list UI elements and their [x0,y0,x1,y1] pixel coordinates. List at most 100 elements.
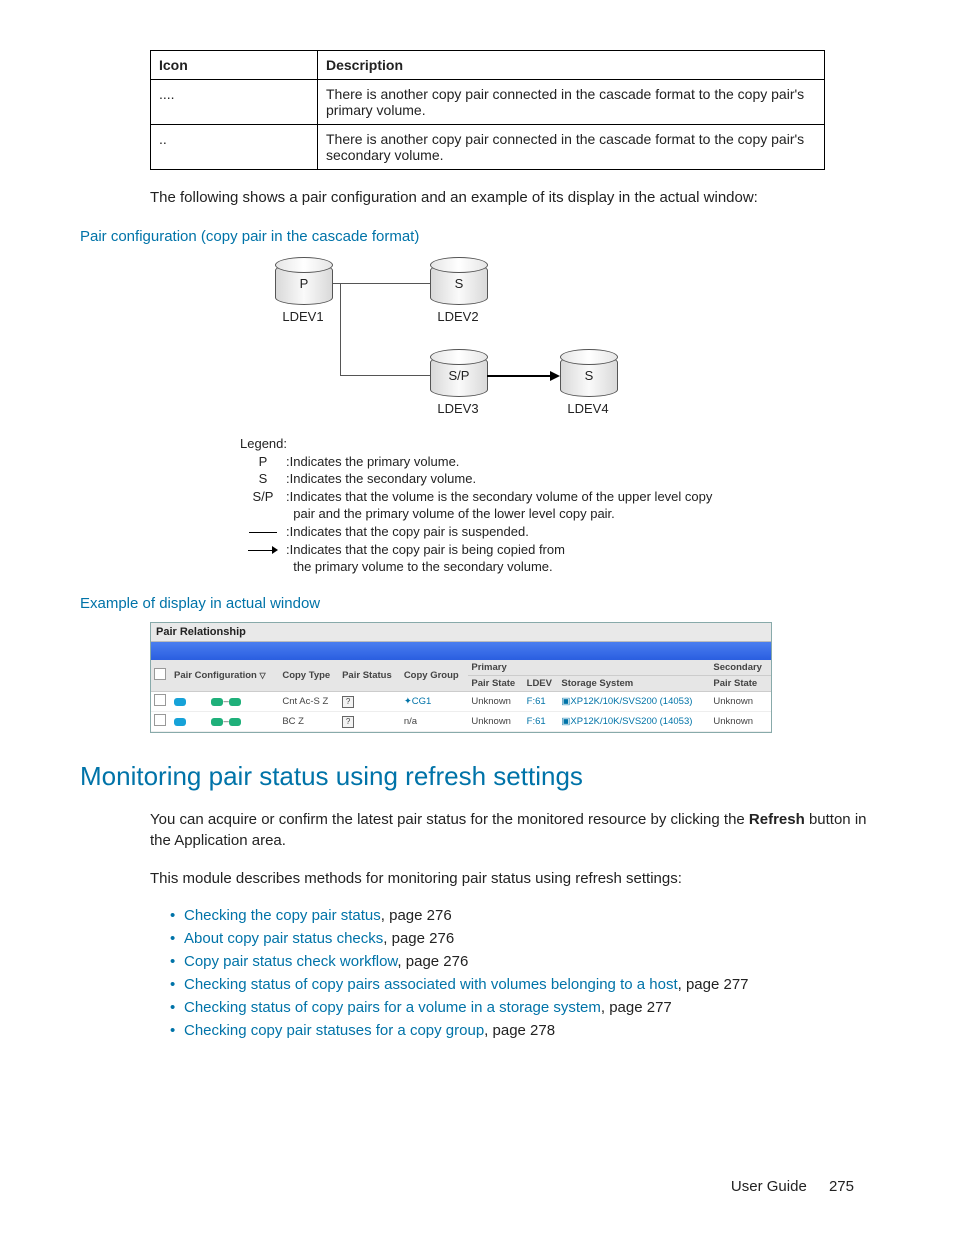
th-primary: Primary [468,660,710,676]
link-list: Checking the copy pair status, page 276 … [170,907,874,1039]
pair-icon [229,698,241,706]
ldev-label: LDEV4 [560,401,616,416]
section-paragraph-1: You can acquire or confirm the latest pa… [150,810,874,851]
th-copy-group: Copy Group [401,660,469,692]
legend-text: the primary volume to the secondary volu… [293,558,723,576]
group-icon: ✦ [404,696,412,707]
cell-storage-system[interactable]: ▣XP12K/10K/SVS200 (14053) [558,712,710,732]
legend-text: Indicates the primary volume. [290,453,720,471]
cell-storage-system[interactable]: ▣XP12K/10K/SVS200 (14053) [558,692,710,712]
table-row[interactable]: – Cnt Ac-S Z ? ✦CG1 Unknown F:61 ▣XP12K/… [151,692,771,712]
legend-text: Indicates the secondary volume. [290,470,720,488]
checkbox[interactable] [154,694,166,706]
page-ref: , page 276 [397,953,468,970]
list-item: About copy pair status checks, page 276 [170,930,874,947]
pair-icon [229,718,241,726]
legend-key: P [240,453,286,471]
legend-line-icon [240,523,286,541]
pair-config-heading: Pair configuration (copy pair in the cas… [80,228,874,245]
vol-label: S/P [449,368,470,383]
cell-pair-state: Unknown [468,712,523,732]
link[interactable]: Checking status of copy pairs for a volu… [184,999,601,1016]
list-item: Checking status of copy pairs associated… [170,976,874,993]
status-icon: ? [342,716,354,728]
cylinder-ldev4: S [560,355,618,397]
connector-arrow [487,375,550,377]
legend-key: S [240,470,286,488]
th-pair-status: Pair Status [339,660,401,692]
th-pair-state: Pair State [468,676,523,692]
pair-icon [211,698,223,706]
checkbox[interactable] [154,668,166,680]
th-checkbox [151,660,171,692]
diagram-legend: Legend: P: Indicates the primary volume.… [240,435,723,575]
cell-pair-state: Unknown [468,692,523,712]
ldev-label: LDEV1 [275,309,331,324]
vol-label: P [300,276,309,291]
th-copy-type: Copy Type [279,660,339,692]
legend-key: S/P [240,488,286,506]
row-config-icon [171,712,208,732]
th-icon: Icon [151,51,318,80]
ldev-label: LDEV2 [430,309,486,324]
vol-label: S [455,276,464,291]
cylinder-ldev2: S [430,263,488,305]
desc-cell: There is another copy pair connected in … [318,80,825,125]
volume-icon [174,698,186,706]
cell-copy-group: n/a [401,712,469,732]
pair-relationship-title: Pair Relationship [151,623,771,642]
legend-text: Indicates that the copy pair is suspende… [290,523,720,541]
link[interactable]: Checking copy pair statuses for a copy g… [184,1022,484,1039]
cylinder-ldev3: S/P [430,355,488,397]
th-secondary: Secondary [710,660,771,676]
icon-description-table: Icon Description .... There is another c… [150,50,825,170]
icon-cell: .. [151,125,318,170]
cell-pair-status: ? [339,712,401,732]
cell-ldev[interactable]: F:61 [524,692,559,712]
page-ref: , page 278 [484,1022,555,1039]
example-display-heading: Example of display in actual window [80,595,874,612]
pair-icon [211,718,223,726]
legend-text: pair and the primary volume of the lower… [293,505,723,523]
legend-title: Legend: [240,435,723,453]
pair-relationship-toolbar [151,642,771,660]
row-pair-icons: – [208,712,280,732]
section-paragraph-2: This module describes methods for monito… [150,869,874,889]
cell-ldev[interactable]: F:61 [524,712,559,732]
list-item: Checking the copy pair status, page 276 [170,907,874,924]
th-desc: Description [318,51,825,80]
pair-relationship-panel: Pair Relationship Pair Configuration ▽ C… [150,622,772,733]
text: You can acquire or confirm the latest pa… [150,811,749,828]
legend-text: Indicates that the volume is the seconda… [290,488,720,506]
page-ref: , page 277 [678,976,749,993]
cell-pair-status: ? [339,692,401,712]
status-icon: ? [342,696,354,708]
pair-relationship-table: Pair Configuration ▽ Copy Type Pair Stat… [151,660,771,732]
link[interactable]: Checking status of copy pairs associated… [184,976,678,993]
connector-line [332,283,430,284]
page-footer: User Guide 275 [731,1178,854,1195]
page-ref: , page 276 [383,930,454,947]
page-number: 275 [829,1178,854,1195]
vol-label: S [585,368,594,383]
icon-cell: .... [151,80,318,125]
row-config-icon [171,692,208,712]
cell-copy-type: Cnt Ac-S Z [279,692,339,712]
link[interactable]: Copy pair status check workflow [184,953,397,970]
page-ref: , page 277 [601,999,672,1016]
page-ref: , page 276 [381,907,452,924]
cell-pair-state2: Unknown [710,712,771,732]
checkbox[interactable] [154,714,166,726]
link[interactable]: About copy pair status checks [184,930,383,947]
list-item: Copy pair status check workflow, page 27… [170,953,874,970]
connector-line [340,283,341,375]
link[interactable]: Checking the copy pair status [184,907,381,924]
footer-label: User Guide [731,1178,807,1195]
arrowhead-icon [550,371,560,381]
cell-copy-group[interactable]: ✦CG1 [401,692,469,712]
list-item: Checking copy pair statuses for a copy g… [170,1022,874,1039]
legend-text: Indicates that the copy pair is being co… [290,541,720,559]
table-row[interactable]: – BC Z ? n/a Unknown F:61 ▣XP12K/10K/SVS… [151,712,771,732]
th-storage-system: Storage System [558,676,710,692]
th-pair-config: Pair Configuration ▽ [171,660,279,692]
